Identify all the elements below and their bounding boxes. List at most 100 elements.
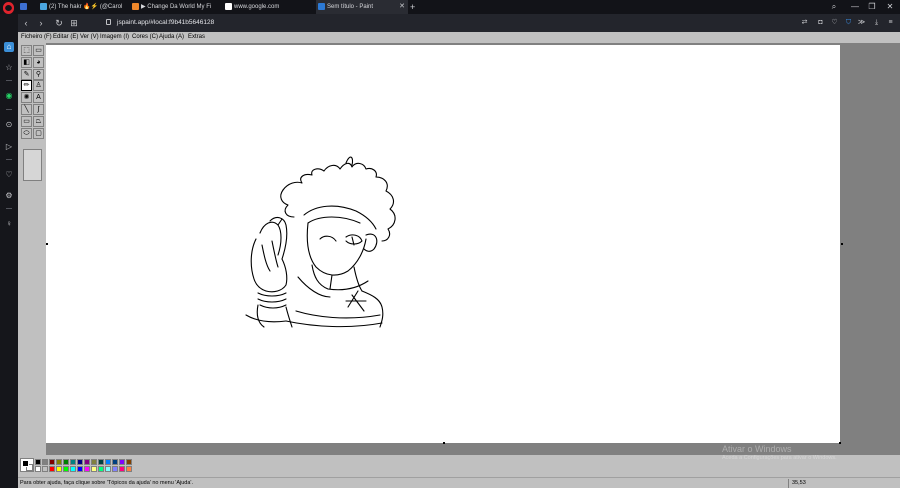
palette-swatch[interactable] xyxy=(63,459,69,465)
tab-overview-icon[interactable] xyxy=(18,0,34,14)
bookmark-heart-icon[interactable]: ♡ xyxy=(830,18,839,27)
palette-swatch[interactable] xyxy=(91,459,97,465)
palette-swatch[interactable] xyxy=(49,466,55,472)
ellipse-icon[interactable]: ⬭ xyxy=(21,127,32,139)
menu-colors[interactable]: Cores (C) xyxy=(132,32,158,43)
current-colors[interactable] xyxy=(20,458,34,472)
tab-youtube[interactable]: ▶ Change Da World My Fi xyxy=(130,0,222,14)
palette-swatch[interactable] xyxy=(42,459,48,465)
menu-view[interactable]: Ver (V) xyxy=(80,32,99,43)
tab-title: www.google.com xyxy=(234,4,280,10)
restore-window-button[interactable]: ❐ xyxy=(865,0,879,14)
lightbulb-icon[interactable]: ♀ xyxy=(4,219,14,229)
palette-swatch[interactable] xyxy=(70,459,76,465)
palette-swatch[interactable] xyxy=(63,466,69,472)
palette-swatch[interactable] xyxy=(119,459,125,465)
tab-title: Sem título - Paint xyxy=(327,4,374,10)
palette-swatch[interactable] xyxy=(126,459,132,465)
search-tabs-icon[interactable]: ⌕ xyxy=(827,0,841,14)
palette-swatch[interactable] xyxy=(35,459,41,465)
polygon-icon[interactable]: ⏢ xyxy=(33,115,44,127)
menu-image[interactable]: Imagem (I) xyxy=(100,32,129,43)
color-picker-icon[interactable]: ✎ xyxy=(21,68,32,80)
palette-swatch[interactable] xyxy=(98,459,104,465)
cursor-coordinates: 35,53 xyxy=(788,479,838,488)
settings-gear-icon[interactable]: ⚙ xyxy=(4,191,14,201)
tab-paint-active[interactable]: Sem título - Paint ✕ xyxy=(316,0,408,14)
drawing-canvas[interactable] xyxy=(46,45,840,443)
send-to-icon[interactable]: ⇄ xyxy=(800,18,809,27)
back-icon[interactable]: ‹ xyxy=(20,14,32,32)
address-bar: ‹ › ↻ ⊞ jspaint.app/#local:f9b41b5646128… xyxy=(18,14,900,32)
magnifier-icon[interactable]: ⚲ xyxy=(33,68,44,80)
curve-icon[interactable]: ∫ xyxy=(33,104,44,115)
minimize-window-button[interactable]: — xyxy=(848,0,862,14)
tab-google[interactable]: www.google.com xyxy=(223,0,315,14)
pencil-icon[interactable]: ✏ xyxy=(21,80,32,92)
url-field[interactable]: jspaint.app/#local:f9b41b5646128 xyxy=(106,14,214,32)
overview-icon xyxy=(20,2,27,10)
tab-twitter[interactable]: (2) The hakr 🔥⚡ (@Carol xyxy=(38,0,130,14)
palette-swatch[interactable] xyxy=(91,466,97,472)
palette-swatch[interactable] xyxy=(98,466,104,472)
palette-swatch[interactable] xyxy=(84,459,90,465)
palette-swatch[interactable] xyxy=(126,466,132,472)
camera-icon[interactable]: ◘ xyxy=(816,18,825,27)
palette-swatch[interactable] xyxy=(56,466,62,472)
player-icon[interactable]: ⊙ xyxy=(4,120,14,130)
menu-icon[interactable]: ≡ xyxy=(886,18,895,27)
rect-select-icon[interactable]: ▭ xyxy=(33,45,44,56)
forward-icon[interactable]: › xyxy=(35,14,47,32)
palette-swatch[interactable] xyxy=(112,466,118,472)
palette-swatch[interactable] xyxy=(42,466,48,472)
browser-tab-bar: (2) The hakr 🔥⚡ (@Carol ▶ Change Da Worl… xyxy=(0,0,900,14)
resize-handle-right[interactable] xyxy=(841,243,843,245)
line-icon[interactable]: ╲ xyxy=(21,104,32,115)
tool-options-panel[interactable] xyxy=(23,149,42,181)
text-icon[interactable]: A xyxy=(33,92,44,104)
easy-setup-icon[interactable]: ≫ xyxy=(857,18,866,27)
fill-bucket-icon[interactable]: ◕ xyxy=(33,56,44,68)
paint-menubar: Ficheiro (F) Editar (E) Ver (V) Imagem (… xyxy=(18,32,900,43)
close-tab-icon[interactable]: ✕ xyxy=(399,0,405,14)
heart-icon[interactable]: ♡ xyxy=(4,170,14,180)
resize-handle-left[interactable] xyxy=(46,243,48,245)
palette-swatch[interactable] xyxy=(105,459,111,465)
palette-swatch[interactable] xyxy=(56,459,62,465)
palette-swatch[interactable] xyxy=(77,459,83,465)
resize-handle-corner[interactable] xyxy=(839,442,841,444)
whatsapp-icon[interactable]: ◉ xyxy=(4,91,14,101)
menu-file[interactable]: Ficheiro (F) xyxy=(21,32,52,43)
favorites-icon[interactable]: ☆ xyxy=(4,63,14,73)
resize-handle-bottom[interactable] xyxy=(443,442,445,444)
menu-help[interactable]: Ajuda (A) xyxy=(159,32,184,43)
palette-swatch[interactable] xyxy=(112,459,118,465)
tab-grid-icon[interactable]: ⊞ xyxy=(68,14,80,32)
palette-swatch[interactable] xyxy=(105,466,111,472)
airbrush-icon[interactable]: ✺ xyxy=(21,92,32,104)
send-icon[interactable]: ▷ xyxy=(4,142,14,152)
menu-edit[interactable]: Editar (E) xyxy=(53,32,78,43)
status-bar: Para obter ajuda, faça clique sobre 'Tóp… xyxy=(18,477,900,488)
rectangle-icon[interactable]: ▭ xyxy=(21,115,32,127)
opera-menu-icon[interactable] xyxy=(3,2,14,13)
tab-title: ▶ Change Da World My Fi xyxy=(141,4,212,10)
home-icon[interactable]: ⌂ xyxy=(4,42,14,52)
new-tab-button[interactable]: + xyxy=(410,0,415,14)
palette-swatch[interactable] xyxy=(119,466,125,472)
vpn-shield-icon[interactable]: ⛉ xyxy=(844,18,853,27)
reload-icon[interactable]: ↻ xyxy=(53,14,65,32)
palette-swatch[interactable] xyxy=(84,466,90,472)
eraser-icon[interactable]: ◧ xyxy=(21,56,32,68)
free-select-icon[interactable]: ⬚ xyxy=(21,45,32,56)
palette-swatch[interactable] xyxy=(35,466,41,472)
brush-icon[interactable]: ♙ xyxy=(33,80,44,92)
palette-swatch[interactable] xyxy=(70,466,76,472)
palette-swatch[interactable] xyxy=(77,466,83,472)
foreground-color-swatch[interactable] xyxy=(22,460,29,467)
download-icon[interactable]: ⤓ xyxy=(872,18,881,27)
rounded-rect-icon[interactable]: ▢ xyxy=(33,127,44,139)
menu-extras[interactable]: Extras xyxy=(188,32,205,43)
close-window-button[interactable]: ✕ xyxy=(883,0,897,14)
palette-swatch[interactable] xyxy=(49,459,55,465)
